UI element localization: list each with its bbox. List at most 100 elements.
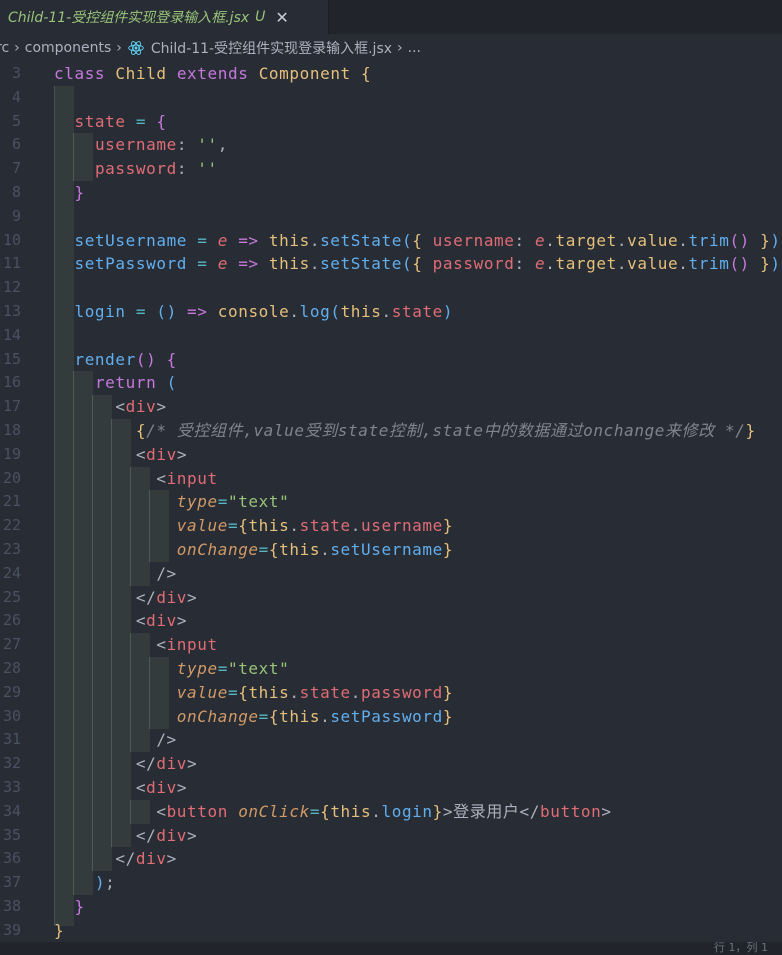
code-text[interactable]: setPassword = e => this.setState({ passw…: [54, 252, 781, 276]
code-line[interactable]: 20 <input: [0, 467, 782, 491]
code-text[interactable]: return (: [54, 371, 177, 395]
code-text[interactable]: }: [54, 181, 85, 205]
code-line[interactable]: 17 <div>: [0, 395, 782, 419]
code-line[interactable]: 9: [0, 205, 782, 229]
line-number: 38: [2, 897, 21, 915]
code-text[interactable]: onChange={this.setPassword}: [54, 705, 453, 729]
code-editor[interactable]: 3 class Child extends Component {4 5 state…: [0, 62, 782, 942]
code-token: </: [135, 587, 157, 607]
code-line[interactable]: 24 />: [0, 562, 782, 586]
code-line[interactable]: 5 state = {: [0, 110, 782, 134]
code-text[interactable]: type="text": [54, 657, 289, 681]
code-line[interactable]: 8 }: [0, 181, 782, 205]
tab-title[interactable]: Child-11-受控组件实现登录输入框.jsx: [8, 7, 249, 27]
code-text[interactable]: render() {: [54, 348, 177, 372]
code-text[interactable]: password: '': [54, 157, 218, 181]
code-text[interactable]: type="text": [54, 490, 289, 514]
code-line[interactable]: 30 onChange={this.setPassword}: [0, 705, 782, 729]
react-icon: [128, 41, 144, 55]
code-line[interactable]: 28 type="text": [0, 657, 782, 681]
code-token: div: [135, 849, 167, 869]
code-line[interactable]: 12: [0, 276, 782, 300]
code-line[interactable]: 38 }: [0, 895, 782, 919]
code-text[interactable]: />: [54, 728, 177, 752]
code-token: (: [330, 302, 341, 321]
code-line[interactable]: 36 </div>: [0, 847, 782, 871]
code-line[interactable]: 7 password: '': [0, 157, 782, 181]
code-line[interactable]: 26 <div>: [0, 609, 782, 633]
code-text[interactable]: <div>: [54, 776, 187, 800]
code-line[interactable]: 3 class Child extends Component {: [0, 62, 782, 86]
code-text[interactable]: username: '',: [54, 133, 228, 157]
code-token: ): [94, 873, 106, 893]
code-line[interactable]: 13 login = () => console.log(this.state): [0, 300, 782, 324]
code-line[interactable]: 31 />: [0, 728, 782, 752]
code-line[interactable]: 15 render() {: [0, 348, 782, 372]
code-text[interactable]: setUsername = e => this.setState({ usern…: [54, 229, 781, 253]
code-line[interactable]: 25 </div>: [0, 586, 782, 610]
code-line[interactable]: 37 );: [0, 871, 782, 895]
code-token: {: [412, 254, 433, 274]
code-line[interactable]: 11 setPassword = e => this.setState({ pa…: [0, 252, 782, 276]
code-line[interactable]: 21 type="text": [0, 490, 782, 514]
code-line[interactable]: 32 </div>: [0, 752, 782, 776]
code-line[interactable]: 22 value={this.state.username}: [0, 514, 782, 538]
code-text[interactable]: state = {: [54, 110, 167, 134]
code-text[interactable]: </div>: [54, 586, 197, 610]
code-text[interactable]: value={this.state.username}: [54, 514, 453, 538]
code-token: />: [156, 730, 177, 750]
close-icon[interactable]: ✕: [275, 8, 288, 27]
code-text[interactable]: login = () => console.log(this.state): [54, 300, 453, 324]
code-line[interactable]: 29 value={this.state.password}: [0, 681, 782, 705]
breadcrumb-item-file[interactable]: Child-11-受控组件实现登录输入框.jsx: [151, 38, 392, 58]
code-line[interactable]: 14: [0, 324, 782, 348]
code-text[interactable]: </div>: [54, 824, 197, 848]
code-text[interactable]: class Child extends Component {: [54, 62, 371, 86]
code-line[interactable]: 4: [0, 86, 782, 110]
code-text[interactable]: value={this.state.password}: [54, 681, 453, 705]
code-text[interactable]: }: [54, 895, 85, 919]
code-text[interactable]: <button onClick={this.login}>登录用户</butto…: [54, 800, 612, 824]
code-line[interactable]: 35 </div>: [0, 824, 782, 848]
code-text[interactable]: <div>: [54, 443, 187, 467]
code-line[interactable]: 27 <input: [0, 633, 782, 657]
code-text[interactable]: onChange={this.setUsername}: [54, 538, 453, 562]
code-line[interactable]: 39}: [0, 919, 782, 942]
code-line[interactable]: 19 <div>: [0, 443, 782, 467]
line-number: 5: [11, 111, 21, 130]
code-token: <: [156, 635, 167, 655]
code-text[interactable]: <div>: [54, 395, 167, 419]
code-token: div: [146, 444, 177, 464]
code-line[interactable]: 16 return (: [0, 371, 782, 395]
code-token: >: [166, 849, 177, 869]
code-token: .: [289, 516, 300, 536]
code-line[interactable]: 6 username: '',: [0, 133, 782, 157]
code-token: {: [268, 706, 280, 726]
breadcrumb-item-more[interactable]: ...: [408, 40, 421, 56]
code-text[interactable]: </div>: [54, 847, 177, 871]
breadcrumb-item-components[interactable]: components: [25, 40, 112, 56]
code-text[interactable]: <div>: [54, 609, 187, 633]
code-line[interactable]: 34 <button onClick={this.login}>登录用户</bu…: [0, 800, 782, 824]
code-token: target: [555, 254, 617, 274]
breadcrumb-item-src[interactable]: rc: [0, 40, 9, 56]
line-number: 21: [2, 492, 21, 511]
cursor-position[interactable]: 行 1，列 1: [714, 942, 768, 955]
code-text[interactable]: {/* 受控组件,value受到state控制,state中的数据通过oncha…: [54, 419, 756, 443]
code-text[interactable]: />: [54, 562, 177, 586]
code-line[interactable]: 10 setUsername = e => this.setState({ us…: [0, 229, 782, 253]
code-text[interactable]: </div>: [54, 752, 197, 776]
code-token: password: [432, 254, 515, 274]
code-line[interactable]: 23 onChange={this.setUsername}: [0, 538, 782, 562]
code-text[interactable]: <input: [54, 467, 218, 491]
code-line[interactable]: 18 {/* 受控组件,value受到state控制,state中的数据通过on…: [0, 419, 782, 443]
code-text[interactable]: );: [54, 871, 115, 895]
code-text[interactable]: <input: [54, 633, 218, 657]
code-text[interactable]: }: [54, 919, 64, 942]
editor-tab[interactable]: Child-11-受控组件实现登录输入框.jsx U ✕: [0, 0, 329, 34]
code-line[interactable]: 33 <div>: [0, 776, 782, 800]
